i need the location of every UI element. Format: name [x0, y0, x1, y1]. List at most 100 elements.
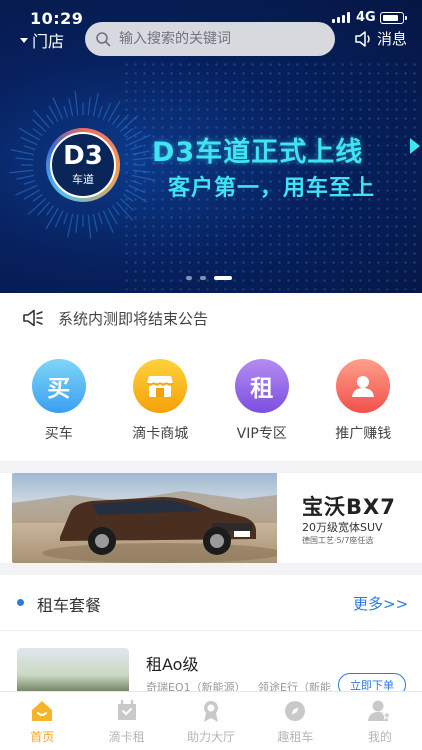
messages-label: 消息: [377, 30, 408, 48]
banner-ray: [123, 128, 134, 137]
package-model-2: 领途E行（新能: [258, 681, 331, 691]
d3-badge: D3 车道: [46, 128, 120, 202]
notice-bar[interactable]: 系统内测即将结束公告: [0, 293, 422, 343]
banner-ray: [131, 174, 156, 181]
banner-ray: [46, 114, 55, 125]
carousel-indicator[interactable]: [186, 276, 232, 280]
banner-ray: [67, 213, 74, 238]
user-promo-icon: [336, 359, 391, 413]
quick-link-promote[interactable]: 推广赚钱: [318, 343, 408, 461]
banner-ray: [131, 150, 150, 156]
carousel-dot[interactable]: [200, 276, 206, 280]
store-selector[interactable]: 门店: [20, 28, 64, 52]
banner-headline: D3车道正式上线: [152, 137, 364, 168]
network-type: 4G: [356, 10, 376, 25]
more-link[interactable]: 更多>>: [353, 593, 408, 614]
quick-link-label: 滴卡商城: [132, 426, 189, 442]
banner-ray: [102, 102, 112, 120]
banner-ray: [9, 169, 34, 174]
search-bar[interactable]: [85, 22, 335, 56]
section-divider: [0, 563, 422, 575]
banner-ray: [54, 210, 64, 228]
banner-subline: 客户第一，用车至上: [168, 176, 376, 201]
tab-label: 首页: [30, 730, 55, 744]
badge-subtitle: 车道: [72, 173, 94, 186]
messages-button[interactable]: 消息: [354, 28, 407, 49]
speaker-icon: [355, 30, 370, 47]
banner-ray: [23, 179, 36, 185]
tab-home[interactable]: 首页: [0, 692, 84, 750]
speaker-icon: [23, 309, 43, 327]
banner-ray: [132, 169, 151, 173]
banner-ray: [15, 157, 34, 161]
quick-link-label: 推广赚钱: [335, 426, 392, 442]
buy-car-icon: 买: [31, 359, 86, 413]
tab-label: 我的: [367, 730, 392, 744]
tab-label: 滴卡租: [108, 730, 145, 744]
signal-icon: [332, 12, 350, 23]
car-ad-banner[interactable]: 宝沃BX7 20万级宽体SUV 德国工艺·5/7座任选: [12, 473, 410, 563]
status-time: 10:29: [30, 9, 84, 28]
package-photo: [17, 648, 129, 691]
banner-ray: [123, 193, 134, 202]
arrow-right-icon: [410, 138, 420, 154]
banner-ray: [16, 174, 35, 180]
quick-link-label: 买车: [44, 426, 73, 442]
carousel-dot[interactable]: [214, 276, 232, 280]
tab-card-rent[interactable]: 滴卡租: [84, 692, 168, 750]
section-bullet: [17, 599, 24, 606]
banner-ray: [128, 184, 146, 194]
tab-profile[interactable]: 我的: [338, 692, 422, 750]
banner-ray: [10, 149, 35, 156]
order-now-button[interactable]: 立即下单: [338, 673, 406, 691]
banner-ray: [130, 145, 143, 151]
tab-boost-hall[interactable]: 助力大厅: [169, 692, 253, 750]
battery-icon: [380, 12, 407, 24]
banner-ray: [23, 145, 36, 151]
rental-package-card[interactable]: 租Ao级 奇瑞EQ1（新能源） 领途E行（新能 立即下单: [0, 631, 422, 691]
banner-ray: [111, 114, 120, 125]
banner-ray: [92, 213, 98, 232]
banner-ray: [46, 205, 55, 216]
banner-ray: [74, 91, 79, 116]
profile-icon: [367, 698, 393, 724]
quick-links: 买 买车 滴卡商城 租 VIP专区 推广赚钱: [0, 343, 422, 461]
vip-rent-icon: 租: [234, 359, 289, 413]
carousel-dot[interactable]: [186, 276, 192, 280]
car-photo: [12, 473, 282, 563]
section-divider: [0, 461, 422, 473]
search-icon: [96, 32, 111, 47]
banner-ray: [87, 97, 91, 116]
status-bar: 10:29 4G: [0, 0, 422, 28]
quick-link-label: VIP专区: [236, 426, 287, 442]
banner-ray: [116, 201, 133, 221]
promo-banner[interactable]: 10:29 4G 门店 消息 D3 车道 D3车道正式上线 客户第一，用车至上: [0, 0, 422, 293]
tab-label: 趣租车: [277, 730, 314, 744]
banner-ray: [111, 205, 120, 216]
banner-ray: [32, 128, 43, 137]
quick-link-buy-car[interactable]: 买 买车: [14, 343, 104, 461]
banner-ray: [75, 214, 79, 233]
card-rent-icon: [114, 698, 140, 724]
tab-fun-rent[interactable]: 趣租车: [253, 692, 337, 750]
quick-link-vip[interactable]: 租 VIP专区: [217, 343, 307, 461]
ad-brand: 宝沃BX7: [302, 495, 396, 519]
banner-ray: [68, 98, 74, 117]
banner-ray: [27, 198, 47, 215]
banner-ray: [92, 92, 99, 117]
ad-subtitle: 20万级宽体SUV: [302, 521, 383, 534]
quick-link-shop[interactable]: 滴卡商城: [115, 343, 205, 461]
search-input[interactable]: [119, 31, 319, 47]
notice-text: 系统内测即将结束公告: [58, 309, 209, 328]
tab-label: 助力大厅: [187, 730, 236, 744]
badge-title: D3: [63, 141, 103, 171]
section-title: 租车套餐: [37, 596, 102, 615]
banner-ray: [20, 136, 38, 146]
banner-ray: [130, 179, 143, 185]
home-icon: [29, 698, 55, 724]
medal-icon: [198, 698, 224, 724]
ad-note: 德国工艺·5/7座任选: [302, 536, 374, 545]
banner-ray: [97, 212, 103, 225]
bottom-tab-bar: 首页 滴卡租 助力大厅 趣租车 我的: [0, 691, 422, 750]
package-model-1: 奇瑞EQ1（新能源）: [146, 681, 246, 691]
